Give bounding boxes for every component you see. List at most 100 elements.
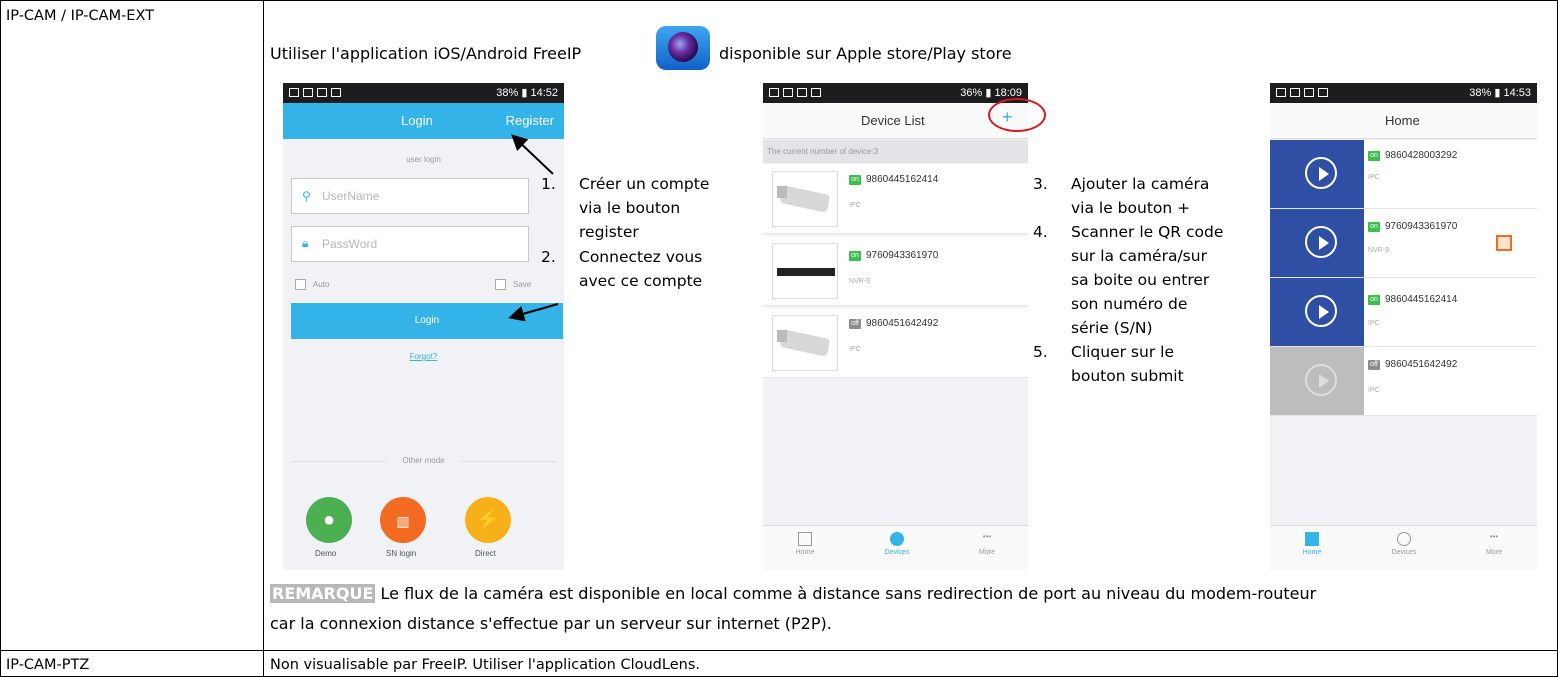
step-5-line-1: Cliquer sur le [1071, 343, 1174, 361]
play-icon [1305, 364, 1337, 396]
more-icon: ••• [1489, 532, 1499, 541]
device-type: IPC [849, 346, 861, 353]
status-badge: off [849, 319, 861, 329]
device-type: IPC [849, 202, 861, 209]
device-number: 9860451642492 [866, 318, 939, 329]
tab-devices[interactable]: Devices [1374, 532, 1434, 556]
status-badge: off [1368, 360, 1380, 370]
steps-left: 1. Créer un compte via le bouton registe… [541, 173, 741, 333]
step-5-number: 5. [1033, 343, 1048, 361]
video-tile-offline[interactable] [1270, 347, 1364, 415]
video-tile[interactable] [1270, 209, 1364, 277]
divider-right [461, 461, 556, 462]
step-5-line-2: bouton submit [1071, 367, 1184, 385]
device-tab-bar: Home Devices ••• More [763, 525, 1028, 570]
camera-thumbnail [772, 315, 838, 371]
table-border-left [0, 0, 1, 677]
step-1-line-3: register [579, 223, 639, 241]
device-number: 9760943361970 [866, 250, 939, 261]
device-list-title: Device List [861, 113, 925, 128]
arrow-to-register [511, 134, 554, 175]
step-3-line-2: via le bouton + [1071, 199, 1191, 217]
device-row[interactable]: on 9760943361970 NVR-9 [763, 236, 1028, 306]
tab-more[interactable]: ••• More [1464, 532, 1524, 556]
row-text-ipcam-ptz: Non visualisable par FreeIP. Utiliser l'… [270, 657, 700, 673]
user-icon: ⚲ [302, 189, 311, 203]
battery-level: 38% [496, 87, 519, 99]
nvr-thumbnail [772, 243, 838, 299]
video-tile[interactable] [1270, 278, 1364, 346]
home-screenshot: 38% ▮ 14:53 Home on 9860428003292 IPC on… [1270, 83, 1537, 570]
playback-icon[interactable] [1496, 235, 1512, 251]
device-type: IPC [1368, 320, 1380, 327]
status-icons [1276, 87, 1332, 98]
login-title: Login [401, 113, 433, 128]
add-button-highlight [988, 98, 1046, 132]
step-1-line-2: via le bouton [579, 199, 681, 217]
gear-icon [890, 532, 904, 546]
tab-devices[interactable]: Devices [867, 532, 927, 556]
step-2-number: 2. [541, 248, 556, 266]
grid-icon [798, 532, 812, 546]
direct-mode-button[interactable]: ⚡ [465, 497, 511, 543]
sn-login-button[interactable]: ▥ [380, 497, 426, 543]
step-3-line-1: Ajouter la caméra [1071, 175, 1210, 193]
device-type: NVR-9 [849, 278, 871, 285]
home-device-row[interactable]: off 9860451642492 IPC [1270, 347, 1537, 416]
home-title: Home [1385, 113, 1420, 128]
video-tile[interactable] [1270, 140, 1364, 208]
camera-thumbnail [772, 171, 838, 227]
remark-text-1: Le flux de la caméra est disponible en l… [380, 584, 1317, 603]
status-time: 14:53 [1503, 87, 1531, 99]
auto-label: Auto [313, 280, 330, 289]
remark-line-2: car la connexion distance s'effectue par… [270, 614, 832, 633]
status-time: 14:52 [530, 87, 558, 99]
username-field[interactable]: ⚲ UserName [291, 178, 529, 214]
device-row[interactable]: on 9860445162414 IPC [763, 164, 1028, 234]
battery-level: 36% [960, 87, 983, 99]
step-2-line-1: Connectez vous [579, 248, 703, 266]
step-3-number: 3. [1033, 175, 1048, 193]
remark-line-1: REMARQUE Le flux de la caméra est dispon… [270, 582, 1552, 606]
device-type: NVR-9 [1368, 247, 1390, 254]
direct-label: Direct [475, 549, 496, 558]
home-tab-bar: Home Devices ••• More [1270, 525, 1537, 570]
home-device-row[interactable]: on 9760943361970 NVR-9 [1270, 209, 1537, 278]
step-4-line-5: série (S/N) [1071, 319, 1153, 337]
play-icon [1305, 226, 1337, 258]
step-1-number: 1. [541, 175, 556, 193]
auto-checkbox[interactable] [295, 279, 306, 290]
forgot-link[interactable]: Forgot? [283, 352, 564, 361]
row-label-ipcam-ptz: IP-CAM-PTZ [6, 657, 90, 673]
status-icons [769, 87, 825, 98]
play-icon [1305, 157, 1337, 189]
play-icon [1305, 295, 1337, 327]
lock-icon: 🔒︎ [302, 236, 309, 250]
username-placeholder: UserName [322, 189, 380, 203]
password-field[interactable]: 🔒︎ PassWord [291, 226, 529, 262]
device-number: 9860445162414 [866, 174, 939, 185]
steps-right: 3. Ajouter la caméra via le bouton + 4. … [1033, 173, 1263, 473]
demo-mode-button[interactable]: ● [306, 497, 352, 543]
device-number: 9860445162414 [1385, 294, 1458, 305]
barcode-icon: ▥ [396, 513, 410, 529]
home-device-row[interactable]: on 9860445162414 IPC [1270, 278, 1537, 347]
tab-home[interactable]: Home [775, 532, 835, 556]
intro-text: Utiliser l'application iOS/Android FreeI… [270, 43, 581, 65]
step-4-line-3: sa boite ou entrer [1071, 271, 1210, 289]
device-row[interactable]: off 9860451642492 IPC [763, 308, 1028, 378]
home-device-row[interactable]: on 9860428003292 IPC [1270, 140, 1537, 209]
remark-tag: REMARQUE [270, 584, 376, 603]
status-bar: 38% ▮ 14:52 [283, 83, 564, 103]
device-count: The current number of device:3 [763, 140, 1028, 163]
password-placeholder: PassWord [322, 237, 378, 251]
demo-label: Demo [315, 549, 337, 558]
device-number: 9860451642492 [1385, 359, 1458, 370]
status-badge: on [1368, 295, 1380, 305]
row-label-ipcam: IP-CAM / IP-CAM-EXT [6, 8, 155, 24]
tab-home[interactable]: Home [1282, 532, 1342, 556]
device-number: 9760943361970 [1385, 221, 1458, 232]
device-type: IPC [1368, 387, 1380, 394]
tab-more[interactable]: ••• More [957, 532, 1017, 556]
status-badge: on [849, 175, 861, 185]
